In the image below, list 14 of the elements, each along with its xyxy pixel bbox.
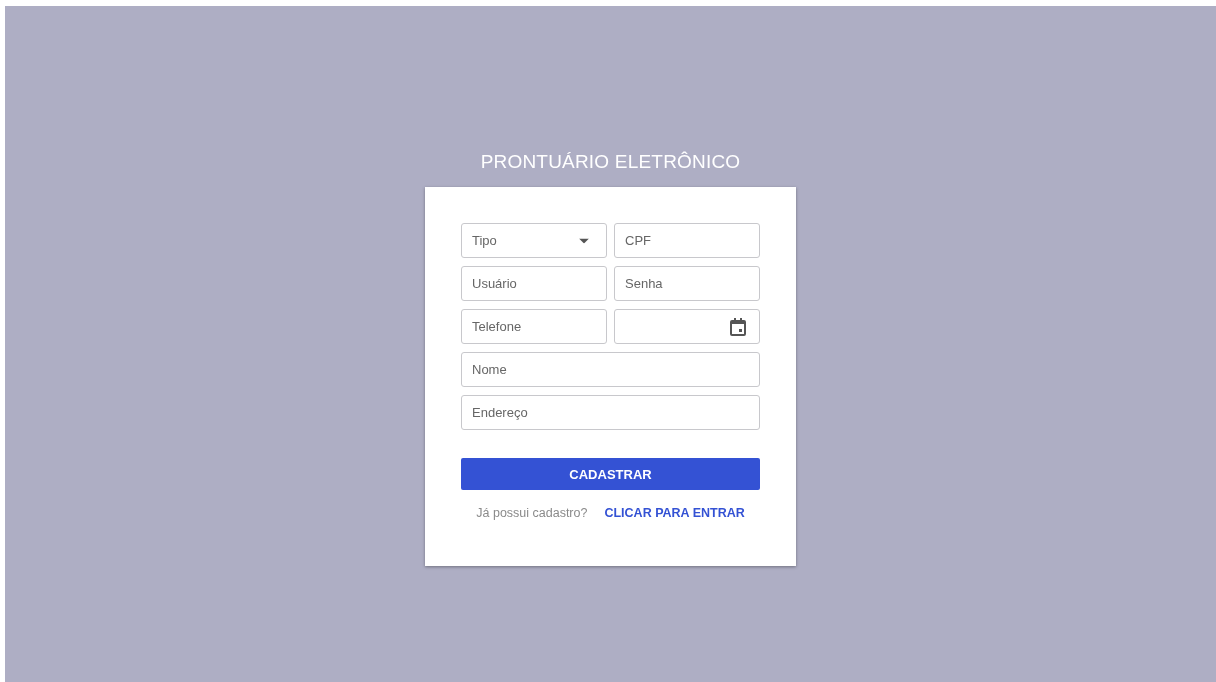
login-link[interactable]: CLICAR PARA ENTRAR — [604, 506, 745, 520]
dropdown-arrow-icon — [579, 238, 589, 243]
input-field[interactable]: Nome — [461, 352, 760, 387]
input-field[interactable]: Endereço — [461, 395, 760, 430]
login-prompt: Já possui cadastro? — [476, 506, 588, 520]
date-field[interactable] — [614, 309, 760, 344]
input-field[interactable]: Usuário — [461, 266, 607, 301]
register-button[interactable]: CADASTRAR — [461, 458, 760, 490]
calendar-icon[interactable] — [730, 317, 746, 336]
select-field[interactable]: Tipo — [461, 223, 607, 258]
input-field[interactable]: CPF — [614, 223, 760, 258]
input-field[interactable]: Senha — [614, 266, 760, 301]
page-title: PRONTUÁRIO ELETRÔNICO — [480, 151, 741, 173]
input-field[interactable]: Telefone — [461, 309, 607, 344]
